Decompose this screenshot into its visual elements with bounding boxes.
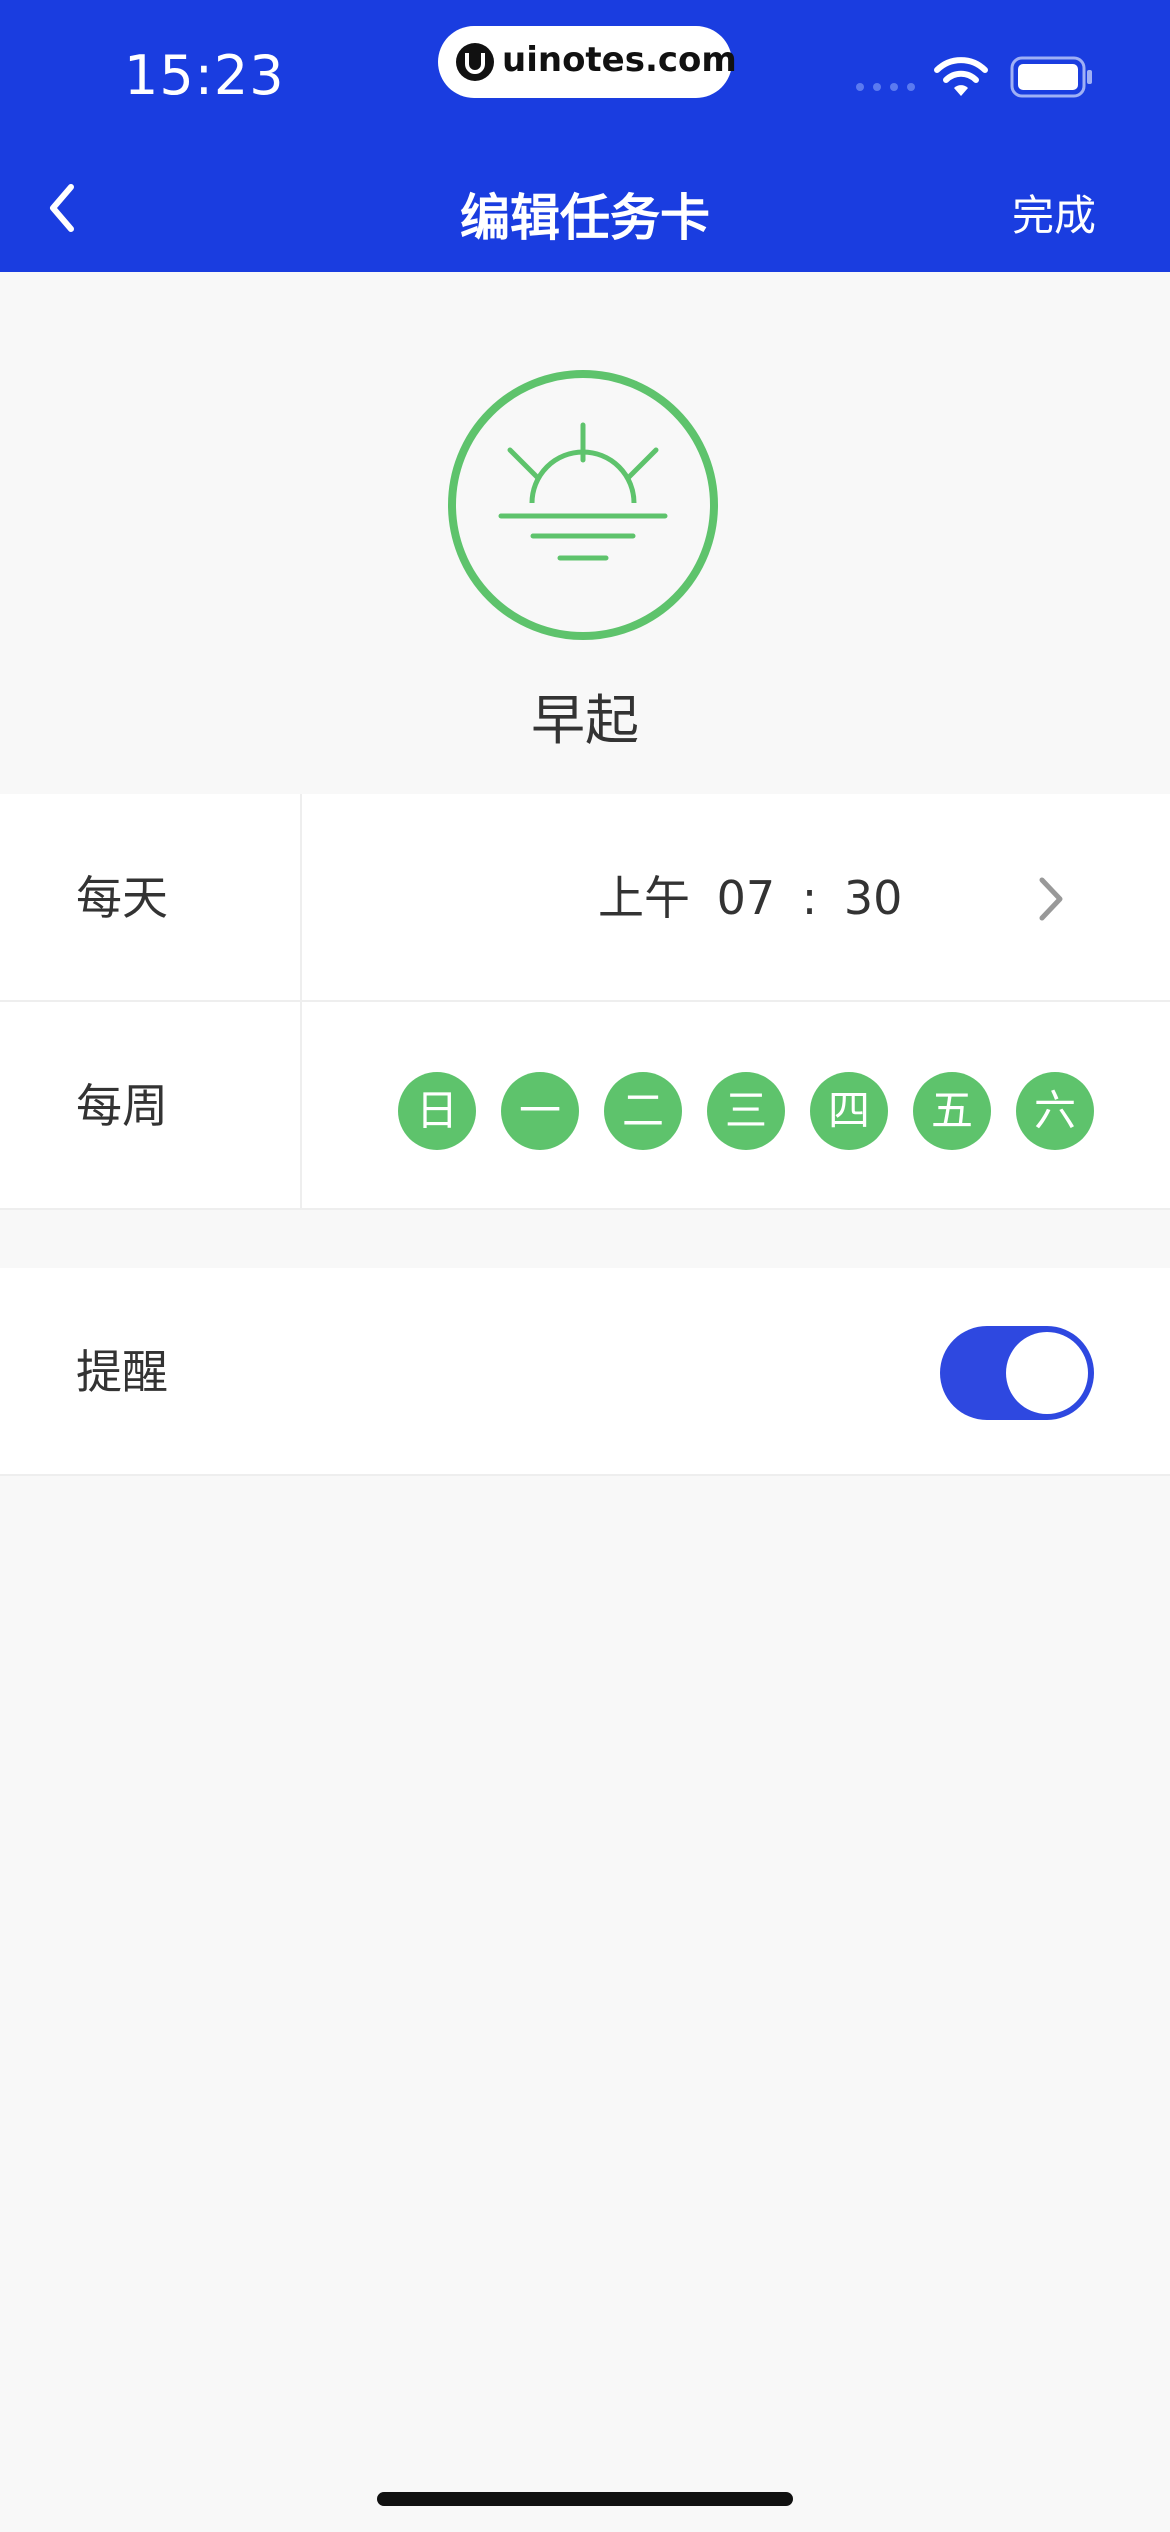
daily-label: 每天 xyxy=(76,871,168,925)
day-toggle-monday[interactable]: 一 xyxy=(501,1072,579,1150)
status-time: 15:23 xyxy=(124,44,285,107)
daily-time-row[interactable]: 每天 上午 07 : 30 xyxy=(0,794,1170,1002)
row-divider xyxy=(300,1002,302,1210)
day-toggle-tuesday[interactable]: 二 xyxy=(604,1072,682,1150)
watermark-badge: uinotes.com xyxy=(438,26,737,98)
day-toggle-saturday[interactable]: 六 xyxy=(1016,1072,1094,1150)
task-name: 早起 xyxy=(531,689,639,752)
weekly-days-row: 每周 日 一 二 三 四 五 六 xyxy=(0,1002,1170,1210)
schedule-card: 每天 上午 07 : 30 每周 日 一 二 三 四 五 六 xyxy=(0,794,1170,1210)
day-toggle-friday[interactable]: 五 xyxy=(913,1072,991,1150)
day-toggle-thursday[interactable]: 四 xyxy=(810,1072,888,1150)
toggle-knob xyxy=(1006,1332,1088,1414)
cellular-signal-icon xyxy=(856,83,915,91)
page-title: 编辑任务卡 xyxy=(460,189,710,247)
done-button[interactable]: 完成 xyxy=(1012,182,1096,243)
reminder-label: 提醒 xyxy=(76,1345,168,1399)
weekly-label: 每周 xyxy=(76,1079,168,1133)
sunrise-icon[interactable] xyxy=(448,370,718,640)
chevron-right-icon xyxy=(1039,877,1063,921)
reminder-toggle[interactable] xyxy=(940,1326,1094,1420)
uinotes-logo-icon xyxy=(456,43,494,81)
weekday-selector: 日 一 二 三 四 五 六 xyxy=(398,1072,1094,1150)
wifi-icon xyxy=(934,57,988,96)
top-header: 15:23 uinotes.com 编辑任务卡 完成 xyxy=(0,0,1170,272)
time-value[interactable]: 上午 07 : 30 xyxy=(598,794,902,1002)
home-indicator xyxy=(377,2492,793,2506)
day-toggle-sunday[interactable]: 日 xyxy=(398,1072,476,1150)
reminder-row: 提醒 xyxy=(0,1268,1170,1476)
watermark-text: uinotes.com xyxy=(502,40,737,80)
battery-icon xyxy=(1010,56,1092,98)
row-divider xyxy=(300,794,302,1002)
reminder-card: 提醒 xyxy=(0,1268,1170,1476)
day-toggle-wednesday[interactable]: 三 xyxy=(707,1072,785,1150)
